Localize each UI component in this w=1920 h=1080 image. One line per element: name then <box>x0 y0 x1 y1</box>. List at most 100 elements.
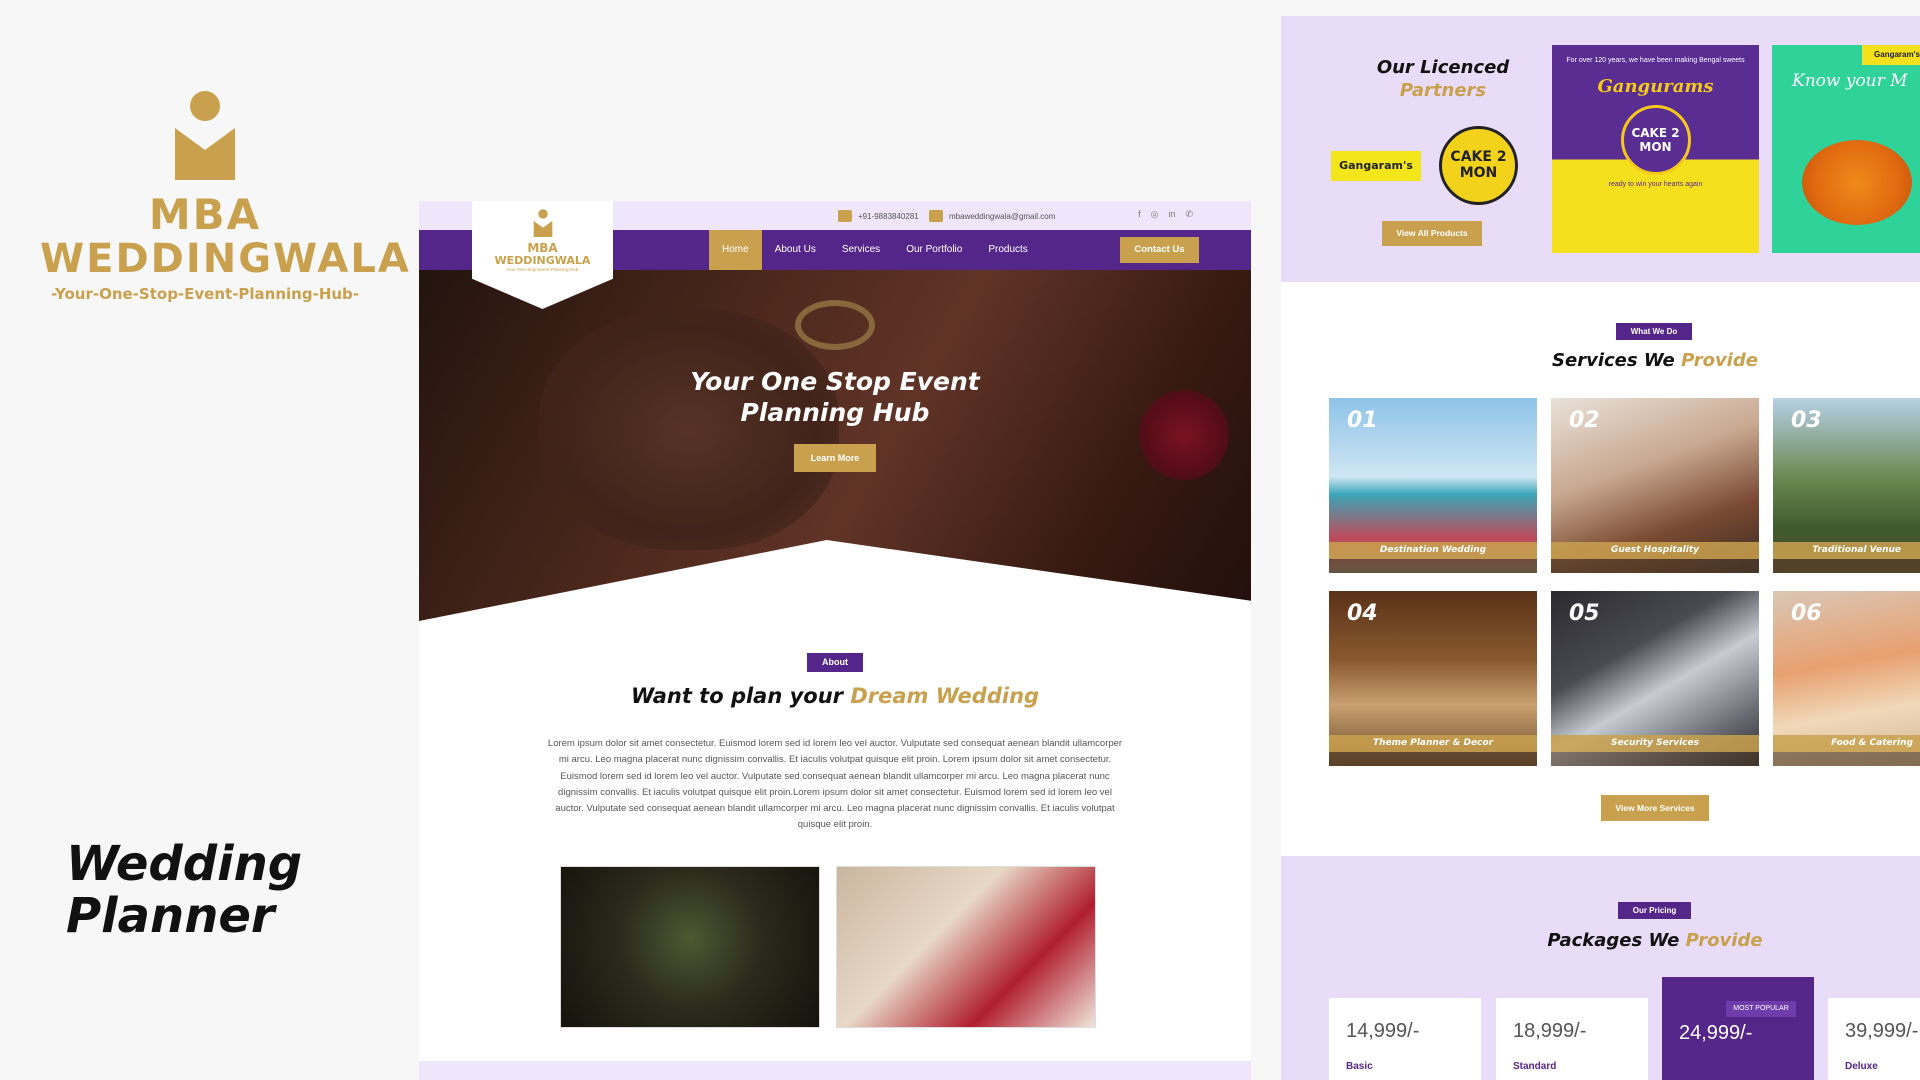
view-more-services-button[interactable]: View More Services <box>1601 795 1709 821</box>
services-title: Services We Provide <box>1455 350 1855 371</box>
brand-name-line2: WEDDINGWALA <box>40 236 411 282</box>
service-card-footer <box>1773 752 1920 766</box>
services-pill: What We Do <box>1616 323 1692 340</box>
email-contact[interactable]: mbaweddingwala@gmail.com <box>929 210 1055 222</box>
package-price: 39,999/- <box>1845 1020 1919 1042</box>
person-emblem-icon <box>533 209 552 237</box>
partner-promo-card[interactable]: For over 120 years, we have been making … <box>1552 45 1759 253</box>
mail-icon <box>929 210 943 222</box>
showcase-title-line1: Wedding <box>66 836 303 892</box>
about-title: Want to plan your Dream Wedding <box>535 684 1135 708</box>
wreath-lights-image <box>560 866 820 1028</box>
site-logo-line2: WEDDINGWALA <box>494 254 591 267</box>
about-title-plain: Want to plan your <box>630 684 844 708</box>
service-number: 05 <box>1569 601 1600 626</box>
email-address: mbaweddingwala@gmail.com <box>949 211 1056 221</box>
services-title-accent: Provide <box>1681 350 1758 371</box>
pricing-pill: Our Pricing <box>1618 902 1691 919</box>
service-number: 02 <box>1569 408 1600 433</box>
partner-sweets-card[interactable]: Gangaram's Know your M <box>1772 45 1920 253</box>
service-number: 04 <box>1347 601 1378 626</box>
service-card-security-services[interactable]: 05 Security Services <box>1551 591 1759 766</box>
contact-us-button[interactable]: Contact Us <box>1120 237 1199 263</box>
sweets-bowl-image <box>1802 140 1912 225</box>
package-card-deluxe[interactable]: 39,999/- Deluxe <box>1828 998 1920 1080</box>
nav-menu: Home About Us Services Our Portfolio Pro… <box>709 230 1041 270</box>
person-emblem-icon <box>175 91 235 180</box>
promo-brand-name: Gangurams <box>1597 76 1714 97</box>
package-price: 14,999/- <box>1346 1020 1420 1042</box>
partners-title: Our Licenced Partners <box>1353 56 1533 102</box>
phone-number: +91-9883840281 <box>858 211 919 221</box>
social-links: f ◎ in ✆ <box>1138 209 1193 220</box>
nav-services[interactable]: Services <box>829 230 893 270</box>
sweets-card-tag: Gangaram's <box>1862 45 1920 65</box>
service-card-footer <box>1551 752 1759 766</box>
website-mockup-sections: Our Licenced Partners Gangaram's CAKE 2 … <box>1281 16 1920 1080</box>
service-card-traditional-venue[interactable]: 03 Traditional Venue <box>1773 398 1920 573</box>
partners-title-accent: Partners <box>1399 80 1487 101</box>
package-price: 24,999/- <box>1679 1022 1753 1044</box>
nav-about-us[interactable]: About Us <box>762 230 829 270</box>
about-title-accent: Dream Wedding <box>850 684 1040 708</box>
promo-badge: CAKE 2 MON <box>1620 105 1691 175</box>
nav-our-portfolio[interactable]: Our Portfolio <box>893 230 975 270</box>
services-title-plain: Services We <box>1552 350 1675 371</box>
service-label: Destination Wedding <box>1329 542 1537 559</box>
linkedin-icon[interactable]: in <box>1168 209 1175 220</box>
service-card-destination-wedding[interactable]: 01 Destination Wedding <box>1329 398 1537 573</box>
brand-tagline: -Your-One-Stop-Event-Planning-Hub- <box>50 285 360 303</box>
service-number: 03 <box>1791 408 1822 433</box>
whatsapp-icon[interactable]: ✆ <box>1185 209 1193 220</box>
hero-title: Your One Stop Event Planning Hub <box>690 367 980 427</box>
pricing-title-accent: Provide <box>1685 930 1763 951</box>
showcase-title: Wedding Planner <box>66 838 302 942</box>
phone-icon <box>838 210 852 222</box>
service-card-footer <box>1329 752 1537 766</box>
service-label: Theme Planner & Decor <box>1329 735 1537 752</box>
partners-title-plain: Our Licenced <box>1376 57 1510 78</box>
service-number: 06 <box>1791 601 1822 626</box>
service-card-guest-hospitality[interactable]: 02 Guest Hospitality <box>1551 398 1759 573</box>
package-name: Deluxe <box>1845 1061 1878 1072</box>
next-section-strip <box>419 1061 1251 1080</box>
brand-logo: MBA WEDDINGWALA -Your-One-Stop-Event-Pla… <box>40 90 411 303</box>
package-price: 18,999/- <box>1513 1020 1587 1042</box>
learn-more-button[interactable]: Learn More <box>794 444 876 472</box>
service-card-food-catering[interactable]: 06 Food & Catering <box>1773 591 1920 766</box>
nav-home[interactable]: Home <box>709 230 762 270</box>
package-name: Basic <box>1346 1061 1373 1072</box>
promo-intro-text: For over 120 years, we have been making … <box>1566 57 1745 64</box>
most-popular-badge: MOST POPULAR <box>1726 1001 1796 1017</box>
service-number: 01 <box>1347 408 1378 433</box>
wedding-hands-image <box>836 866 1096 1028</box>
service-card-theme-planner[interactable]: 04 Theme Planner & Decor <box>1329 591 1537 766</box>
website-mockup-home: +91-9883840281 mbaweddingwala@gmail.com … <box>419 201 1251 1080</box>
pricing-title: Packages We Provide <box>1455 930 1855 951</box>
service-label: Guest Hospitality <box>1551 542 1759 559</box>
service-card-footer <box>1773 559 1920 573</box>
site-logo-tagline: -Your-One-Stop-Event-Planning-Hub- <box>505 267 580 272</box>
package-name: Standard <box>1513 1061 1557 1072</box>
cake2mon-logo[interactable]: CAKE 2 MON <box>1439 126 1518 205</box>
instagram-icon[interactable]: ◎ <box>1151 209 1159 220</box>
showcase-title-line2: Planner <box>66 888 275 944</box>
nav-products[interactable]: Products <box>975 230 1040 270</box>
service-label: Security Services <box>1551 735 1759 752</box>
phone-contact[interactable]: +91-9883840281 <box>838 210 919 222</box>
package-card-popular[interactable]: MOST POPULAR 24,999/- <box>1662 977 1814 1080</box>
facebook-icon[interactable]: f <box>1138 209 1141 220</box>
hero-banner: Your One Stop Event Planning Hub Learn M… <box>419 270 1251 621</box>
package-card-basic[interactable]: 14,999/- Basic <box>1329 998 1481 1080</box>
promo-subtext: ready to win your hearts again <box>1608 181 1703 188</box>
service-label: Food & Catering <box>1773 735 1920 752</box>
pricing-title-plain: Packages We <box>1547 930 1680 951</box>
service-card-footer <box>1329 559 1537 573</box>
about-pill: About <box>807 653 863 672</box>
service-card-footer <box>1551 559 1759 573</box>
view-all-products-button[interactable]: View All Products <box>1382 221 1482 246</box>
brand-name-line1: MBA <box>148 190 262 239</box>
package-card-standard[interactable]: 18,999/- Standard <box>1496 998 1648 1080</box>
gangarams-logo[interactable]: Gangaram's <box>1331 151 1421 181</box>
about-paragraph: Lorem ipsum dolor sit amet consectetur. … <box>547 738 1123 831</box>
